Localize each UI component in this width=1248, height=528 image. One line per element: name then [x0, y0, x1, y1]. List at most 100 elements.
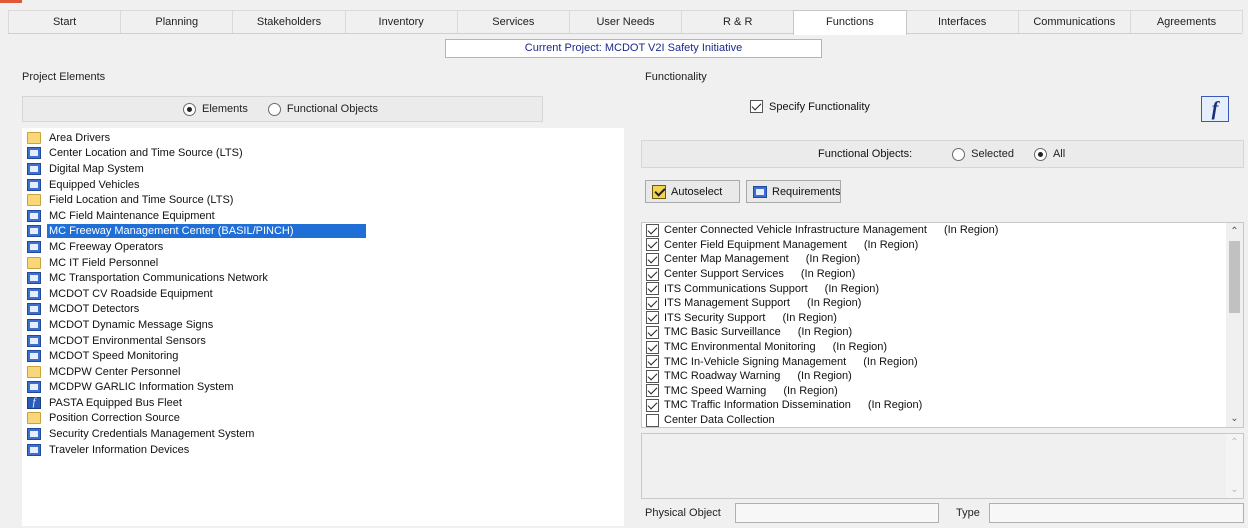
list-item[interactable]: MC Freeway Management Center (BASIL/PINC… [22, 224, 624, 240]
function-region: (In Region) [863, 355, 918, 368]
system-object-icon [27, 350, 41, 363]
radio-selected[interactable]: Selected [952, 147, 1014, 161]
function-checkbox[interactable] [646, 267, 659, 281]
function-checkbox[interactable] [646, 282, 659, 296]
requirements-button[interactable]: Requirements [746, 180, 841, 203]
list-item[interactable]: MCDOT Environmental Sensors [22, 333, 624, 349]
function-checkbox[interactable] [646, 238, 659, 252]
list-item[interactable]: MCDPW Center Personnel [22, 364, 624, 380]
specify-functionality-option[interactable]: Specify Functionality [750, 100, 870, 113]
tab-functions[interactable]: Functions [793, 10, 907, 35]
function-row[interactable]: Center Connected Vehicle Infrastructure … [642, 223, 1243, 238]
function-name: ITS Communications Support [664, 282, 808, 295]
specify-functionality-label: Specify Functionality [769, 100, 870, 113]
specify-functionality-checkbox[interactable] [750, 100, 763, 113]
list-item[interactable]: MCDPW GARLIC Information System [22, 380, 624, 396]
function-checkbox[interactable] [646, 296, 659, 310]
physical-object-field[interactable] [735, 503, 939, 523]
description-scrollbar[interactable]: ⌃ ⌄ [1226, 434, 1243, 498]
main-tab-bar: Start Planning Stakeholders Inventory Servic… [8, 10, 1244, 35]
tab-services[interactable]: Services [456, 10, 570, 33]
radio-all[interactable]: All [1033, 147, 1065, 161]
function-checkbox[interactable] [646, 340, 659, 354]
function-checkbox[interactable] [646, 369, 659, 383]
function-region: (In Region) [943, 224, 999, 237]
list-item[interactable]: MCDOT Detectors [22, 302, 624, 318]
radio-elements[interactable]: Elements [183, 102, 248, 116]
radio-functional-objects-indicator[interactable] [267, 102, 281, 116]
list-item[interactable]: Security Credentials Management System [22, 426, 624, 442]
list-item[interactable]: f PASTA Equipped Bus Fleet [22, 395, 624, 411]
tab-start[interactable]: Start [8, 10, 122, 33]
list-item[interactable]: MC IT Field Personnel [22, 255, 624, 271]
radio-elements-label: Elements [202, 103, 248, 115]
project-elements-list[interactable]: Area Drivers Center Location and Time Sou… [22, 128, 624, 526]
functions-list[interactable]: Center Connected Vehicle Infrastructure … [641, 222, 1244, 428]
function-checkbox[interactable] [646, 325, 659, 339]
function-checkbox[interactable] [646, 311, 659, 325]
function-checkbox[interactable] [646, 398, 659, 412]
scroll-down-icon[interactable]: ⌄ [1226, 410, 1243, 427]
function-row[interactable]: ITS Communications Support (In Region) [642, 281, 1243, 296]
scroll-thumb[interactable] [1229, 241, 1240, 313]
list-item[interactable]: MCDOT Speed Monitoring [22, 348, 624, 364]
function-row[interactable]: TMC Roadway Warning (In Region) [642, 369, 1243, 384]
function-row[interactable]: TMC Basic Surveillance (In Region) [642, 325, 1243, 340]
function-row[interactable]: Center Support Services (In Region) [642, 267, 1243, 282]
function-row[interactable]: TMC Traffic Information Dissemination (In… [642, 398, 1243, 413]
list-item[interactable]: MCDOT CV Roadside Equipment [22, 286, 624, 302]
tab-communications[interactable]: Communications [1017, 10, 1131, 33]
list-item[interactable]: Area Drivers [22, 130, 624, 146]
radio-functional-objects[interactable]: Functional Objects [267, 102, 378, 116]
function-row[interactable]: Center Data Collection [642, 413, 1243, 427]
function-name: TMC Environmental Monitoring [664, 341, 816, 354]
tab-planning[interactable]: Planning [120, 10, 234, 33]
list-item[interactable]: Traveler Information Devices [22, 442, 624, 458]
function-checkbox[interactable] [646, 252, 659, 266]
tab-interfaces[interactable]: Interfaces [905, 10, 1019, 33]
function-checkbox[interactable] [646, 384, 659, 398]
function-row[interactable]: Center Field Equipment Management (In Reg… [642, 238, 1243, 253]
tab-inventory[interactable]: Inventory [344, 10, 458, 33]
function-button[interactable]: f [1201, 96, 1229, 122]
system-object-icon [27, 303, 41, 316]
function-checkbox[interactable] [646, 413, 659, 427]
list-item[interactable]: Digital Map System [22, 161, 624, 177]
function-row[interactable]: ITS Security Support (In Region) [642, 311, 1243, 326]
list-item[interactable]: Center Location and Time Source (LTS) [22, 146, 624, 162]
list-item[interactable]: MC Field Maintenance Equipment [22, 208, 624, 224]
function-checkbox[interactable] [646, 355, 659, 369]
functions-scrollbar[interactable]: ⌃ ⌄ [1226, 223, 1243, 427]
function-name: TMC Basic Surveillance [664, 326, 781, 339]
function-row[interactable]: TMC In-Vehicle Signing Management (In Reg… [642, 354, 1243, 369]
radio-elements-indicator[interactable] [183, 102, 196, 116]
type-field[interactable] [989, 503, 1244, 523]
function-row[interactable]: ITS Management Support (In Region) [642, 296, 1243, 311]
list-item[interactable]: Position Correction Source [22, 411, 624, 427]
list-item-label: Digital Map System [49, 162, 144, 175]
radio-selected-indicator[interactable] [952, 147, 966, 161]
list-item[interactable]: Field Location and Time Source (LTS) [22, 192, 624, 208]
scroll-up-icon[interactable]: ⌃ [1226, 223, 1243, 240]
list-item[interactable]: MC Freeway Operators [22, 239, 624, 255]
functional-objects-filter: Functional Objects: Selected All [641, 140, 1244, 168]
description-scroll-down-icon[interactable]: ⌄ [1226, 481, 1243, 498]
tab-user-needs[interactable]: User Needs [568, 10, 683, 33]
function-row[interactable]: Center Map Management (In Region) [642, 252, 1243, 267]
list-item-label: Security Credentials Management System [49, 428, 255, 441]
tab-r-r[interactable]: R & R [681, 10, 795, 33]
tab-agreements[interactable]: Agreements [1129, 10, 1244, 33]
function-row[interactable]: TMC Environmental Monitoring (In Region) [642, 340, 1243, 355]
description-scroll-up-icon[interactable]: ⌃ [1226, 434, 1243, 451]
tab-stakeholders[interactable]: Stakeholders [232, 10, 346, 33]
list-item[interactable]: MC Transportation Communications Network [22, 270, 624, 286]
function-row[interactable]: TMC Speed Warning (In Region) [642, 384, 1243, 399]
radio-all-indicator[interactable] [1033, 147, 1047, 161]
function-checkbox[interactable] [646, 223, 659, 237]
function-region: (In Region) [800, 268, 856, 281]
function-description-box[interactable]: ⌃ ⌄ [641, 433, 1244, 499]
list-item[interactable]: Equipped Vehicles [22, 177, 624, 193]
system-object-icon [27, 272, 41, 285]
autoselect-button[interactable]: Autoselect [645, 180, 740, 203]
list-item[interactable]: MCDOT Dynamic Message Signs [22, 317, 624, 333]
